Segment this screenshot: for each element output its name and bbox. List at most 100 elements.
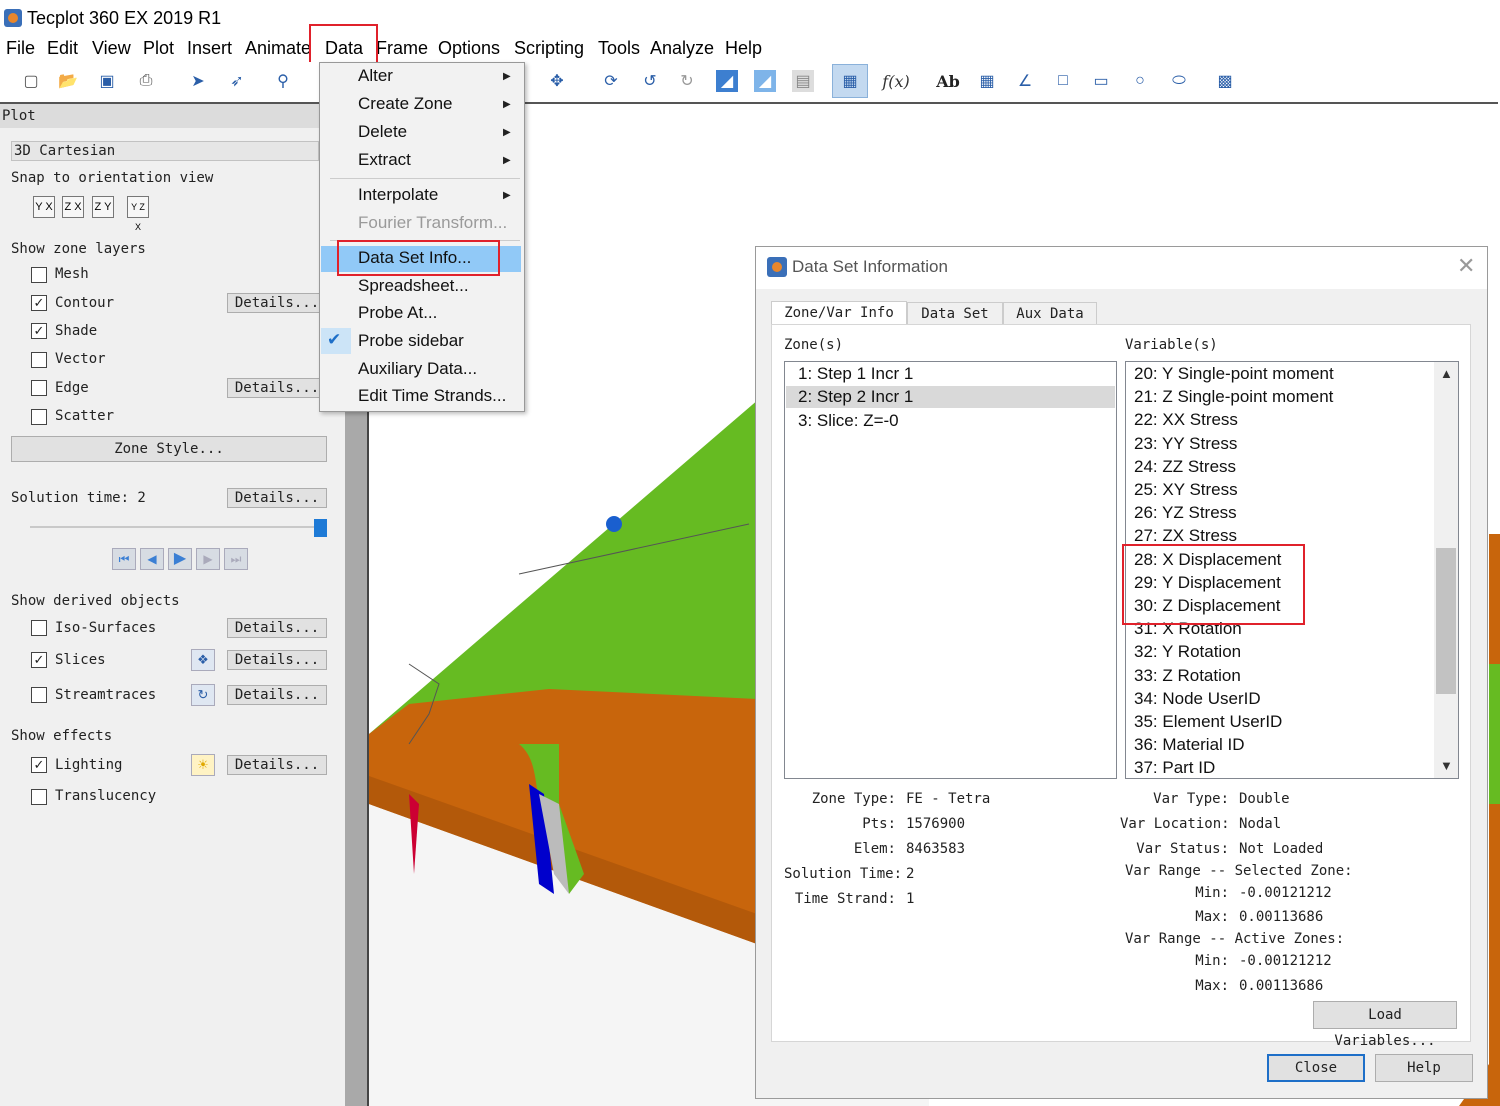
contour-checkbox[interactable]: ✓ xyxy=(31,295,47,311)
scroll-up-icon[interactable]: ▲ xyxy=(1440,366,1453,381)
tab-zone-var-info[interactable]: Zone/Var Info xyxy=(771,301,907,325)
image-icon[interactable]: ▦ xyxy=(976,70,998,92)
solution-time-details-button[interactable]: Details... xyxy=(227,488,327,508)
zoom-icon[interactable]: ⚲ xyxy=(272,70,294,92)
circle-icon[interactable]: ○ xyxy=(1129,70,1151,92)
orient-yx-button[interactable]: Y X xyxy=(33,196,55,218)
slices-details-button[interactable]: Details... xyxy=(227,650,327,670)
translucency-checkbox[interactable] xyxy=(31,789,47,805)
variable-item[interactable]: 33: Z Rotation xyxy=(1134,666,1241,686)
slice-tool-icon[interactable]: ❖ xyxy=(191,649,215,671)
variable-item[interactable]: 32: Y Rotation xyxy=(1134,642,1241,662)
formula-icon[interactable]: f(x) xyxy=(882,70,909,92)
zone-style-button[interactable]: Zone Style... xyxy=(11,436,327,462)
orient-zy-button[interactable]: Z Y xyxy=(92,196,114,218)
menu-frame[interactable]: Frame xyxy=(376,36,428,60)
rectangle-icon[interactable]: ▭ xyxy=(1090,70,1112,92)
step-forward-icon[interactable]: ▶ xyxy=(196,548,220,570)
variable-item[interactable]: 27: ZX Stress xyxy=(1134,526,1237,546)
zone-item[interactable]: 2: Step 2 Incr 1 xyxy=(798,387,913,407)
menu-view[interactable]: View xyxy=(92,36,131,60)
probe-icon[interactable]: ▦ xyxy=(832,64,868,98)
menu-edit[interactable]: Edit xyxy=(47,36,78,60)
mesh-checkbox[interactable] xyxy=(31,267,47,283)
menu-item-alter[interactable]: Alter xyxy=(358,66,393,86)
variable-item[interactable]: 23: YY Stress xyxy=(1134,434,1237,454)
variable-item[interactable]: 20: Y Single-point moment xyxy=(1134,364,1334,384)
menu-help[interactable]: Help xyxy=(725,36,762,60)
edge-checkbox[interactable] xyxy=(31,380,47,396)
variable-item[interactable]: 25: XY Stress xyxy=(1134,480,1238,500)
menu-item-spreadsheet[interactable]: Spreadsheet... xyxy=(358,276,469,296)
time-slider-track[interactable] xyxy=(30,526,320,528)
open-icon[interactable]: 📂 xyxy=(57,70,79,92)
tab-data-set[interactable]: Data Set xyxy=(907,302,1003,324)
orient-3d-button[interactable]: Y Z X xyxy=(127,196,149,232)
adjust-icon[interactable]: ➶ xyxy=(226,70,248,92)
orient-zx-button[interactable]: Z X xyxy=(62,196,84,218)
load-variables-button[interactable]: Load Variables... xyxy=(1313,1001,1457,1049)
slice-icon[interactable]: ↺ xyxy=(639,70,661,92)
menu-plot[interactable]: Plot xyxy=(143,36,174,60)
time-slider-thumb[interactable] xyxy=(314,519,327,537)
step-back-icon[interactable]: ◀ xyxy=(140,548,164,570)
scroll-down-icon[interactable]: ▼ xyxy=(1440,758,1453,773)
streamtraces-details-button[interactable]: Details... xyxy=(227,685,327,705)
edge-details-button[interactable]: Details... xyxy=(227,378,327,398)
iso-surfaces-checkbox[interactable] xyxy=(31,620,47,636)
contour-details-button[interactable]: Details... xyxy=(227,293,327,313)
variable-item[interactable]: 37: Part ID xyxy=(1134,758,1215,778)
menu-item-fourier-transform[interactable]: Fourier Transform... xyxy=(358,213,507,233)
iso-surfaces-details-button[interactable]: Details... xyxy=(227,618,327,638)
menu-item-edit-time-strands[interactable]: Edit Time Strands... xyxy=(358,386,506,406)
last-frame-icon[interactable]: ⏭ xyxy=(224,548,248,570)
menu-item-create-zone[interactable]: Create Zone xyxy=(358,94,453,114)
vector-checkbox[interactable] xyxy=(31,352,47,368)
variable-item[interactable]: 35: Element UserID xyxy=(1134,712,1282,732)
close-button[interactable]: Close xyxy=(1267,1054,1365,1082)
save-icon[interactable]: ▣ xyxy=(96,70,118,92)
streamtrace-tool-icon[interactable]: ↻ xyxy=(191,684,215,706)
streamtrace-icon[interactable]: ↻ xyxy=(676,70,698,92)
menu-options[interactable]: Options xyxy=(438,36,500,60)
variable-item[interactable]: 26: YZ Stress xyxy=(1134,503,1237,523)
menu-scripting[interactable]: Scripting xyxy=(514,36,584,60)
streamtraces-checkbox[interactable] xyxy=(31,687,47,703)
menu-item-delete[interactable]: Delete xyxy=(358,122,407,142)
scrollbar-thumb[interactable] xyxy=(1436,548,1456,694)
text-icon[interactable]: Ab xyxy=(936,70,960,92)
zone-item[interactable]: 3: Slice: Z=-0 xyxy=(798,411,899,431)
menu-insert[interactable]: Insert xyxy=(187,36,232,60)
menu-item-probe-at[interactable]: Probe At... xyxy=(358,303,437,323)
menu-analyze[interactable]: Analyze xyxy=(650,36,714,60)
help-button[interactable]: Help xyxy=(1375,1054,1473,1082)
tab-aux-data[interactable]: Aux Data xyxy=(1003,302,1097,324)
polyline-icon[interactable]: ∠ xyxy=(1014,70,1036,92)
square-icon[interactable]: □ xyxy=(1052,70,1074,92)
rotate-icon[interactable]: ⟳ xyxy=(600,70,622,92)
menu-file[interactable]: File xyxy=(6,36,35,60)
frame-icon[interactable]: ▩ xyxy=(1214,70,1236,92)
ellipse-icon[interactable]: ⬭ xyxy=(1168,70,1190,92)
contour-icon[interactable]: ◢ xyxy=(716,70,738,92)
first-frame-icon[interactable]: ⏮ xyxy=(112,548,136,570)
play-icon[interactable]: ▶ xyxy=(168,548,192,570)
menu-item-extract[interactable]: Extract xyxy=(358,150,411,170)
menu-item-interpolate[interactable]: Interpolate xyxy=(358,185,438,205)
lighting-details-button[interactable]: Details... xyxy=(227,755,327,775)
variable-item[interactable]: 21: Z Single-point moment xyxy=(1134,387,1333,407)
fill-icon[interactable]: ◢ xyxy=(754,70,776,92)
shade-checkbox[interactable]: ✓ xyxy=(31,323,47,339)
lighting-tool-icon[interactable]: ☀ xyxy=(191,754,215,776)
menu-item-auxiliary-data[interactable]: Auxiliary Data... xyxy=(358,359,477,379)
close-icon[interactable]: ✕ xyxy=(1457,253,1475,279)
scatter-checkbox[interactable] xyxy=(31,409,47,425)
gradient-icon[interactable]: ▤ xyxy=(792,70,814,92)
select-icon[interactable]: ➤ xyxy=(187,70,209,92)
menu-tools[interactable]: Tools xyxy=(598,36,640,60)
translate-icon[interactable]: ✥ xyxy=(546,70,568,92)
variable-item[interactable]: 34: Node UserID xyxy=(1134,689,1261,709)
lighting-checkbox[interactable]: ✓ xyxy=(31,757,47,773)
variable-item[interactable]: 22: XX Stress xyxy=(1134,410,1238,430)
zone-item[interactable]: 1: Step 1 Incr 1 xyxy=(798,364,913,384)
